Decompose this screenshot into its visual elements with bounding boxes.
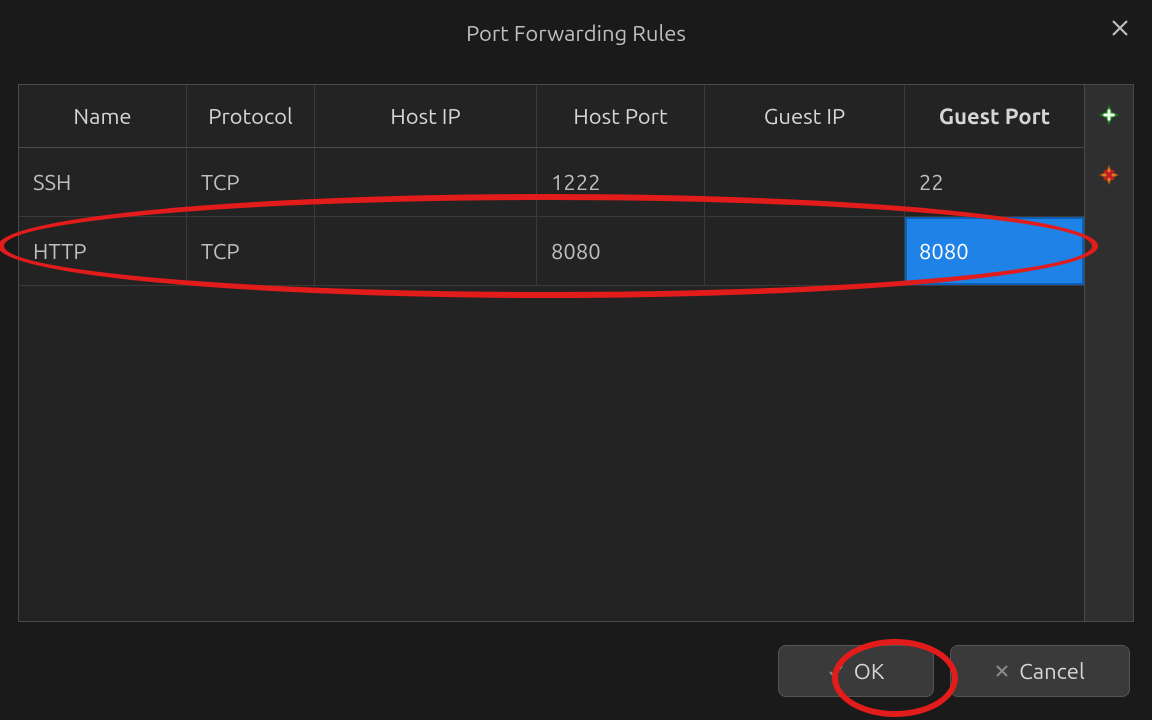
cell-host-ip[interactable]	[315, 148, 537, 216]
x-icon	[995, 664, 1009, 678]
col-header-protocol[interactable]: Protocol	[187, 85, 315, 147]
ok-label: OK	[854, 659, 884, 684]
col-header-guest-ip[interactable]: Guest IP	[705, 85, 905, 147]
col-header-host-port[interactable]: Host Port	[537, 85, 705, 147]
cell-name[interactable]: HTTP	[19, 217, 187, 285]
cancel-label: Cancel	[1019, 659, 1084, 684]
cell-protocol[interactable]: TCP	[187, 148, 315, 216]
dialog-content: Name Protocol Host IP Host Port Guest IP…	[18, 84, 1134, 622]
remove-rule-button[interactable]	[1095, 161, 1123, 189]
col-header-guest-port[interactable]: Guest Port	[905, 85, 1084, 147]
cell-guest-port[interactable]: 8080	[905, 217, 1084, 285]
col-header-host-ip[interactable]: Host IP	[315, 85, 537, 147]
add-icon	[1098, 104, 1120, 126]
check-icon	[828, 663, 844, 679]
cell-guest-ip[interactable]	[705, 217, 905, 285]
cell-host-port[interactable]: 8080	[537, 217, 705, 285]
port-forwarding-dialog: Port Forwarding Rules Name Protocol Host…	[0, 0, 1152, 720]
table-body: SSH TCP 1222 22 HTTP TCP 8080 8080	[19, 148, 1084, 621]
dialog-title: Port Forwarding Rules	[466, 21, 686, 46]
close-button[interactable]	[1106, 14, 1134, 42]
rules-table: Name Protocol Host IP Host Port Guest IP…	[18, 84, 1085, 622]
close-icon	[1111, 19, 1129, 37]
cell-host-ip[interactable]	[315, 217, 537, 285]
remove-icon	[1098, 164, 1120, 186]
add-rule-button[interactable]	[1095, 101, 1123, 129]
cell-guest-ip[interactable]	[705, 148, 905, 216]
cancel-button[interactable]: Cancel	[950, 645, 1130, 697]
dialog-footer: OK Cancel	[0, 622, 1152, 720]
table-row[interactable]: HTTP TCP 8080 8080	[19, 217, 1084, 286]
col-header-name[interactable]: Name	[19, 85, 187, 147]
cell-protocol[interactable]: TCP	[187, 217, 315, 285]
cell-host-port[interactable]: 1222	[537, 148, 705, 216]
rules-toolbar	[1085, 84, 1134, 622]
titlebar: Port Forwarding Rules	[0, 0, 1152, 60]
table-header: Name Protocol Host IP Host Port Guest IP…	[19, 85, 1084, 148]
cell-name[interactable]: SSH	[19, 148, 187, 216]
cell-guest-port[interactable]: 22	[905, 148, 1084, 216]
ok-button[interactable]: OK	[778, 645, 934, 697]
table-row[interactable]: SSH TCP 1222 22	[19, 148, 1084, 217]
